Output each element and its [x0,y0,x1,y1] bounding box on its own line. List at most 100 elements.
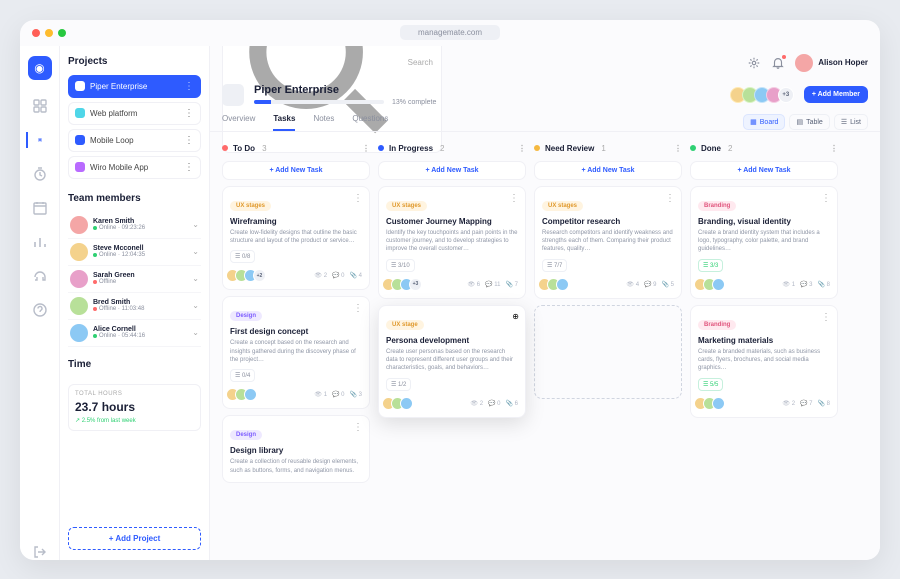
card-description: Create a collection of reusable design e… [230,458,362,475]
card-title: First design concept [230,327,362,336]
app-logo[interactable]: ◉ [28,56,52,80]
task-card[interactable]: Branding ⋮ Branding, visual identity Cre… [690,186,838,299]
tab-notes[interactable]: Notes [313,114,334,131]
user-menu[interactable]: Alison Hoper [795,54,868,72]
sidebar-project[interactable]: Wiro Mobile App⋮ [68,156,201,179]
assignee-avatars[interactable] [230,388,257,401]
card-title: Persona development [386,336,518,345]
card-tag: Branding [698,201,736,211]
card-tag: UX stages [386,201,427,211]
subtask-progress: ☰ 5/5 [698,378,723,391]
card-menu-icon[interactable]: ⋮ [821,312,831,323]
drop-zone[interactable] [534,305,682,399]
view-list[interactable]: ☰ List [834,114,868,130]
column-menu-icon[interactable]: ⋮ [830,144,838,153]
time-widget: TOTAL HOURS 23.7 hours ↗ 2.5% from last … [68,384,201,431]
column-in-progress: In Progress2⋮ + Add New Task UX stages ⋮ … [378,142,526,550]
card-title: Competitor research [542,217,674,226]
team-member[interactable]: Bred SmithOffline · 11:03:48⌄ [68,293,201,320]
board-icon[interactable] [26,132,42,148]
card-menu-icon[interactable]: ⋮ [821,193,831,204]
card-stats: 👁 2💬 0📎 4 [314,272,362,279]
add-task-button[interactable]: + Add New Task [690,161,838,180]
task-card[interactable]: UX stage ⊕ Persona development Create us… [378,305,526,418]
card-description: Create a branded materials, such as busi… [698,348,830,373]
view-board[interactable]: ▦ Board [743,114,785,130]
card-menu-icon[interactable]: ⋮ [509,193,519,204]
member-avatars[interactable]: +3 [734,87,794,103]
card-tag: UX stages [230,201,271,211]
sidebar-project[interactable]: Mobile Loop⋮ [68,129,201,152]
card-title: Customer Journey Mapping [386,217,518,226]
card-tag: Branding [698,320,736,330]
task-card[interactable]: Design ⋮ Design library Create a collect… [222,415,370,483]
task-card[interactable]: UX stages ⋮ Wireframing Create low-fidel… [222,186,370,291]
headset-icon[interactable] [32,268,48,284]
maximize-icon[interactable] [58,29,66,37]
sidebar-project[interactable]: Web platform⋮ [68,102,201,125]
assignee-avatars[interactable]: +3 [386,278,422,291]
project-header: Piper Enterprise 13% complete +3 + Add M… [210,80,880,106]
task-card[interactable]: UX stages ⋮ Competitor research Research… [534,186,682,299]
assignee-avatars[interactable]: +2 [230,269,266,282]
card-description: Create low-fidelity designs that outline… [230,229,362,246]
tab-tasks[interactable]: Tasks [273,114,295,131]
assignee-avatars[interactable] [698,397,725,410]
card-menu-icon[interactable]: ⋮ [353,422,363,433]
add-task-button[interactable]: + Add New Task [222,161,370,180]
add-task-button[interactable]: + Add New Task [378,161,526,180]
team-member[interactable]: Alice CornellOnline · 05:44:16⌄ [68,320,201,347]
time-value: 23.7 hours [75,400,194,414]
members-heading: Team members [68,193,201,204]
timer-icon[interactable] [32,166,48,182]
tab-overview[interactable]: Overview [222,114,255,131]
view-table[interactable]: ▤ Table [789,114,829,130]
card-stats: 👁 4💬 9📎 5 [626,281,674,288]
project-title: Piper Enterprise [254,84,724,96]
minimize-icon[interactable] [45,29,53,37]
task-card[interactable]: Branding ⋮ Marketing materials Create a … [690,305,838,418]
address-bar[interactable]: managemate.com [400,25,500,40]
assignee-avatars[interactable] [386,397,413,410]
column-menu-icon[interactable]: ⋮ [674,144,682,153]
column-menu-icon[interactable]: ⋮ [362,144,370,153]
stats-icon[interactable] [32,234,48,250]
task-card[interactable]: Design ⋮ First design concept Create a c… [222,296,370,409]
task-card[interactable]: UX stages ⋮ Customer Journey Mapping Ide… [378,186,526,299]
column-header: In Progress2⋮ [378,142,526,155]
card-menu-icon[interactable]: ⋮ [665,193,675,204]
team-member[interactable]: Karen SmithOnline · 09:23:26⌄ [68,212,201,239]
add-project-button[interactable]: + Add Project [68,527,201,550]
subtask-progress: ☰ 3/3 [698,259,723,272]
logout-icon[interactable] [32,544,48,560]
card-stats: 👁 6💬 11📎 7 [468,281,518,288]
card-description: Create a concept based on the research a… [230,339,362,364]
card-menu-icon[interactable]: ⋮ [353,303,363,314]
assignee-avatars[interactable] [542,278,569,291]
column-done: Done2⋮+ Add New Task Branding ⋮ Branding… [690,142,838,550]
progress-text: 13% complete [392,99,436,106]
add-task-button[interactable]: + Add New Task [534,161,682,180]
subtask-progress: ☰ 1/2 [386,378,411,391]
sidebar-project[interactable]: Piper Enterprise⋮ [68,75,201,98]
titlebar: managemate.com [20,20,880,46]
card-stats: 👁 2💬 0📎 6 [470,400,518,407]
card-tag: UX stage [386,320,424,330]
card-stats: 👁 1💬 3📎 8 [782,281,830,288]
card-menu-icon[interactable]: ⋮ [353,193,363,204]
column-to-do: To Do3⋮+ Add New Task UX stages ⋮ Wirefr… [222,142,370,550]
team-member[interactable]: Steve McconellOnline · 12:04:35⌄ [68,239,201,266]
help-icon[interactable] [32,302,48,318]
tab-questions[interactable]: Questions [352,114,388,131]
settings-icon[interactable] [747,56,761,70]
column-menu-icon[interactable]: ⋮ [518,144,526,153]
assignee-avatars[interactable] [698,278,725,291]
card-title: Design library [230,446,362,455]
subtask-progress: ☰ 3/10 [386,259,415,272]
team-member[interactable]: Sarah GreenOffline⌄ [68,266,201,293]
bell-icon[interactable] [771,56,785,70]
close-icon[interactable] [32,29,40,37]
add-member-button[interactable]: + Add Member [804,86,868,103]
calendar-icon[interactable] [32,200,48,216]
dashboard-icon[interactable] [32,98,48,114]
